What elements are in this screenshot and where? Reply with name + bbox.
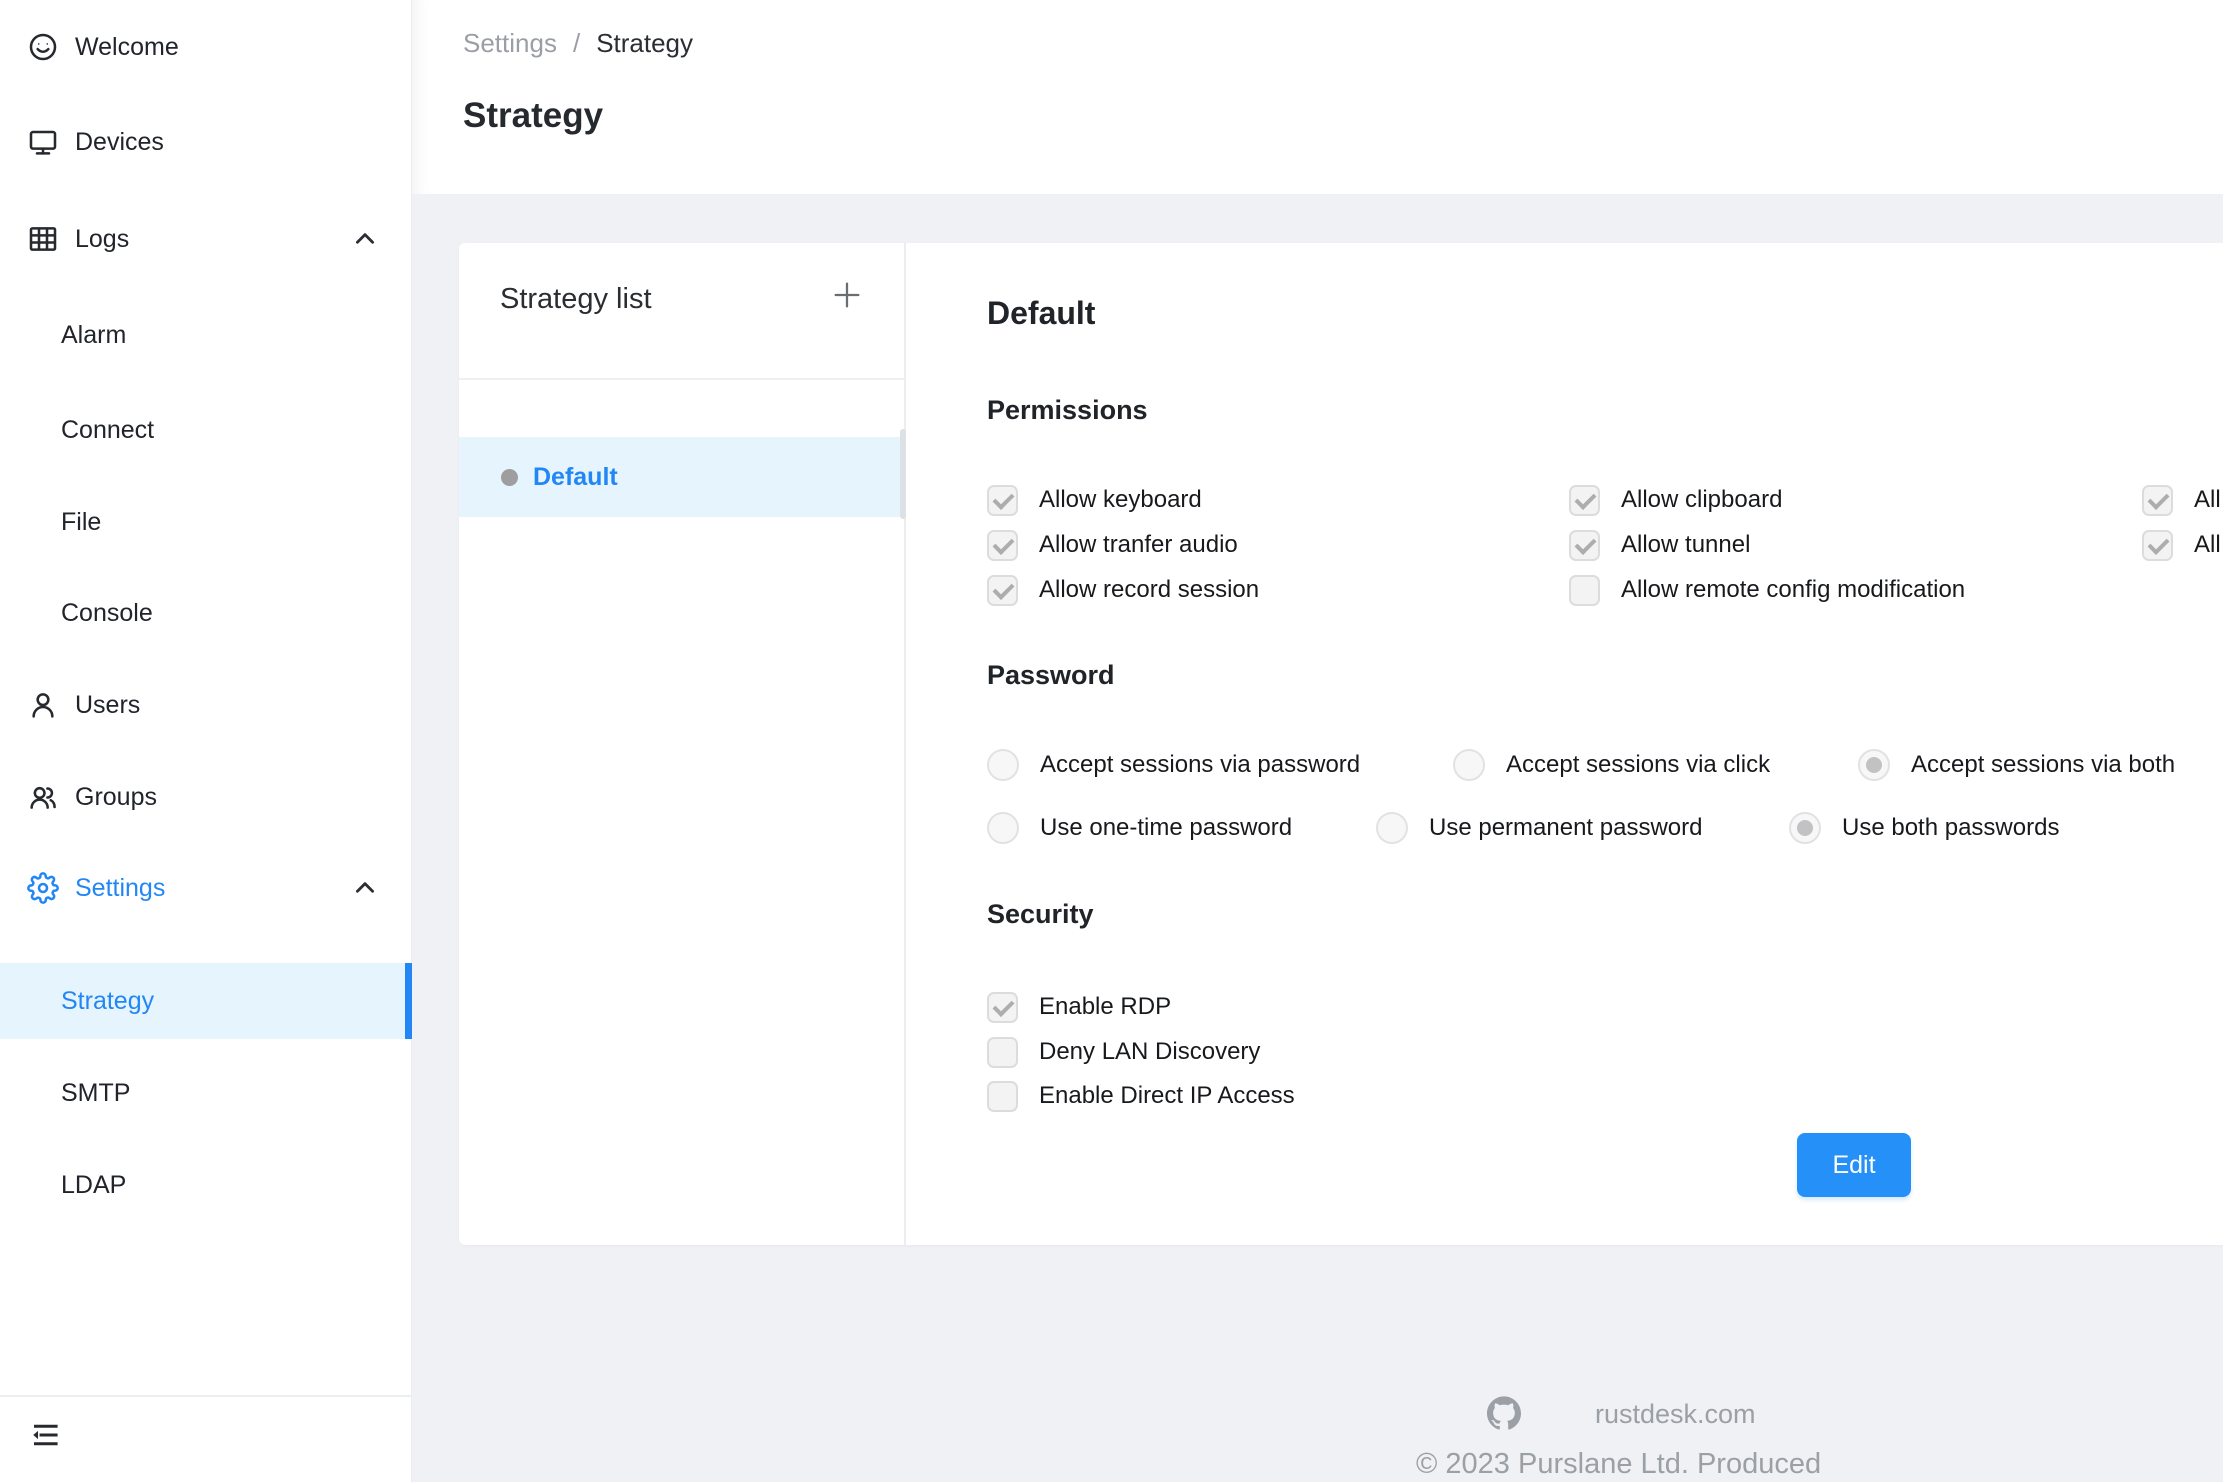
gear-icon (27, 872, 59, 904)
checkbox-icon (987, 575, 1018, 606)
sidebar-item-connect[interactable]: Connect (0, 408, 412, 452)
active-indicator-bar (405, 963, 412, 1039)
strategy-list-title: Strategy list (500, 283, 652, 316)
strategy-item-label: Default (533, 463, 618, 492)
breadcrumb-current: Strategy (596, 28, 693, 59)
radio-permanent-password[interactable]: Use permanent password (1376, 812, 1702, 844)
radio-one-time-password[interactable]: Use one-time password (987, 812, 1292, 844)
sidebar-item-groups[interactable]: Groups (0, 775, 412, 819)
sidebar-item-label: Logs (75, 225, 129, 254)
chevron-up-icon (352, 226, 378, 252)
radio-icon (987, 749, 1019, 781)
strategy-card: Strategy list Default Default Permission… (459, 243, 2223, 1245)
checkbox-allow-tranfer-audio[interactable]: Allow tranfer audio (987, 529, 1238, 561)
checkbox-icon (987, 530, 1018, 561)
checkbox-enable-direct-ip[interactable]: Enable Direct IP Access (987, 1080, 1295, 1112)
sidebar-item-label: Welcome (75, 33, 179, 62)
sidebar-item-logs[interactable]: Logs (0, 217, 412, 261)
sidebar-item-welcome[interactable]: Welcome (0, 25, 412, 69)
checkbox-icon (1569, 530, 1600, 561)
sidebar-item-users[interactable]: Users (0, 683, 412, 727)
checkbox-deny-lan-discovery[interactable]: Deny LAN Discovery (987, 1036, 1260, 1068)
sidebar: Welcome Devices Logs (0, 0, 412, 1482)
edit-button[interactable]: Edit (1797, 1133, 1911, 1197)
checkbox-allow-clipboard[interactable]: Allow clipboard (1569, 484, 1782, 516)
checkbox-icon (2142, 530, 2173, 561)
monitor-icon (27, 126, 59, 158)
strategy-list-item-default[interactable]: Default (459, 437, 904, 517)
radio-icon (987, 812, 1019, 844)
sidebar-item-label: Devices (75, 128, 164, 157)
checkbox-allow-truncated-2[interactable]: All (2142, 529, 2221, 561)
plus-icon (830, 278, 864, 312)
add-strategy-button[interactable] (819, 267, 875, 323)
checkbox-allow-remote-config[interactable]: Allow remote config modification (1569, 574, 1965, 606)
table-icon (27, 223, 59, 255)
sidebar-item-label: Settings (75, 874, 165, 903)
sidebar-item-label: Users (75, 691, 140, 720)
chevron-up-icon (352, 875, 378, 901)
bullet-dot-icon (501, 469, 518, 486)
page-title: Strategy (463, 96, 603, 136)
sidebar-item-file[interactable]: File (0, 500, 412, 544)
sidebar-item-smtp[interactable]: SMTP (0, 1071, 412, 1115)
list-divider (459, 378, 906, 380)
radio-accept-via-password[interactable]: Accept sessions via password (987, 749, 1360, 781)
rustdesk-link[interactable]: rustdesk.com (1595, 1399, 1756, 1430)
detail-title: Default (987, 295, 1095, 332)
radio-icon (1453, 749, 1485, 781)
radio-icon (1789, 812, 1821, 844)
checkbox-icon (1569, 485, 1600, 516)
collapse-sidebar-button[interactable] (26, 1416, 64, 1454)
sidebar-item-strategy[interactable]: Strategy (0, 963, 412, 1039)
strategy-list-panel: Strategy list Default (459, 243, 906, 1245)
sidebar-item-label: Groups (75, 783, 157, 812)
breadcrumb: Settings / Strategy (463, 28, 693, 59)
checkbox-icon (987, 992, 1018, 1023)
checkbox-icon (987, 1037, 1018, 1068)
github-icon[interactable] (1487, 1396, 1521, 1430)
strategy-detail-panel: Default Permissions Allow keyboard Allow… (987, 243, 2223, 1245)
checkbox-icon (2142, 485, 2173, 516)
checkbox-allow-record-session[interactable]: Allow record session (987, 574, 1259, 606)
sidebar-item-console[interactable]: Console (0, 591, 412, 635)
radio-both-passwords[interactable]: Use both passwords (1789, 812, 2059, 844)
user-icon (27, 689, 59, 721)
checkbox-icon (987, 485, 1018, 516)
page-header: Settings / Strategy Strategy (412, 0, 2223, 194)
sidebar-divider (0, 1395, 412, 1397)
smiley-icon (27, 31, 59, 63)
sidebar-item-ldap[interactable]: LDAP (0, 1163, 412, 1207)
menu-fold-icon (26, 1416, 64, 1454)
list-scrollbar[interactable] (900, 429, 906, 519)
checkbox-allow-tunnel[interactable]: Allow tunnel (1569, 529, 1750, 561)
breadcrumb-parent[interactable]: Settings (463, 28, 557, 59)
radio-icon (1858, 749, 1890, 781)
group-icon (27, 781, 59, 813)
checkbox-allow-keyboard[interactable]: Allow keyboard (987, 484, 1202, 516)
password-heading: Password (987, 660, 1115, 691)
checkbox-icon (987, 1081, 1018, 1112)
sidebar-item-settings[interactable]: Settings (0, 866, 412, 910)
checkbox-allow-truncated-1[interactable]: All (2142, 484, 2221, 516)
copyright-text: © 2023 Purslane Ltd. Produced (1416, 1448, 1821, 1481)
radio-accept-via-click[interactable]: Accept sessions via click (1453, 749, 1770, 781)
security-heading: Security (987, 899, 1094, 930)
radio-accept-via-both[interactable]: Accept sessions via both (1858, 749, 2175, 781)
radio-icon (1376, 812, 1408, 844)
sidebar-item-devices[interactable]: Devices (0, 120, 412, 164)
permissions-heading: Permissions (987, 395, 1148, 426)
breadcrumb-separator: / (573, 28, 580, 59)
sidebar-item-alarm[interactable]: Alarm (0, 313, 412, 357)
checkbox-enable-rdp[interactable]: Enable RDP (987, 991, 1171, 1023)
checkbox-icon (1569, 575, 1600, 606)
